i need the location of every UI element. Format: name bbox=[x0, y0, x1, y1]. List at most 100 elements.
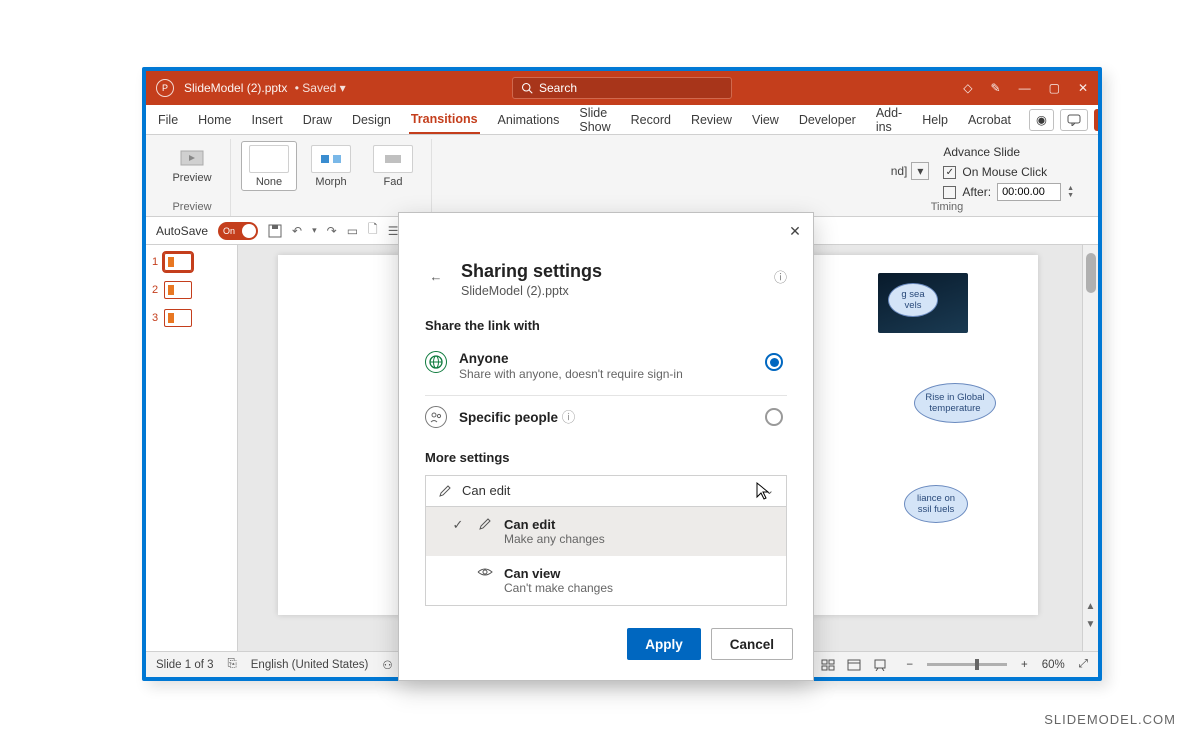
slide-indicator[interactable]: Slide 1 of 3 bbox=[156, 659, 214, 671]
cancel-button[interactable]: Cancel bbox=[711, 628, 793, 660]
scrollbar-thumb[interactable] bbox=[1086, 253, 1096, 293]
checkbox-after[interactable] bbox=[943, 186, 956, 199]
ribbon: Preview Preview None Morph Fad bbox=[146, 135, 1098, 217]
sharing-settings-dialog: ✕ ← Sharing settings SlideModel (2).pptx… bbox=[398, 212, 814, 681]
slide-thumbnails-panel: 1 2 3 bbox=[146, 245, 238, 651]
dropdown-can-view[interactable]: Can view Can't make changes bbox=[426, 556, 786, 605]
slideshow-view-icon[interactable] bbox=[868, 656, 892, 674]
eye-icon bbox=[476, 566, 494, 578]
pencil-icon bbox=[438, 484, 452, 498]
dropdown-can-edit[interactable]: ✓ Can edit Make any changes bbox=[426, 507, 786, 556]
morph-icon bbox=[319, 152, 343, 166]
search-input[interactable]: Search bbox=[512, 77, 732, 99]
zoom-in-icon[interactable]: + bbox=[1021, 659, 1028, 671]
language-indicator[interactable]: English (United States) bbox=[251, 659, 369, 671]
transition-morph[interactable]: Morph bbox=[303, 141, 359, 191]
slide-thumb-2[interactable]: 2 bbox=[152, 281, 231, 299]
permission-current: Can edit bbox=[462, 483, 510, 498]
on-mouse-click-row[interactable]: ✓ On Mouse Click bbox=[943, 165, 1074, 179]
permission-dropdown: ✓ Can edit Make any changes Can view Can… bbox=[425, 507, 787, 606]
permission-selector[interactable]: Can edit ⌄ bbox=[425, 475, 787, 507]
tab-slideshow[interactable]: Slide Show bbox=[577, 100, 612, 140]
slide-thumb-3[interactable]: 3 bbox=[152, 309, 231, 327]
window-close-icon[interactable]: ✕ bbox=[1078, 81, 1088, 95]
tab-acrobat[interactable]: Acrobat bbox=[966, 107, 1013, 133]
preview-button[interactable]: Preview bbox=[164, 141, 220, 191]
preview-icon bbox=[179, 149, 205, 169]
check-icon: ✓ bbox=[450, 517, 466, 533]
tab-addins[interactable]: Add-ins bbox=[874, 100, 904, 140]
comments-button[interactable] bbox=[1060, 109, 1088, 131]
vertical-scrollbar[interactable]: ▲ ▼ bbox=[1082, 245, 1098, 651]
after-time-input[interactable] bbox=[997, 183, 1061, 201]
option-anyone[interactable]: Anyone Share with anyone, doesn't requir… bbox=[425, 343, 787, 396]
search-placeholder: Search bbox=[539, 81, 577, 95]
dialog-subtitle: SlideModel (2).pptx bbox=[461, 284, 602, 298]
tab-help[interactable]: Help bbox=[920, 107, 950, 133]
touch-icon[interactable]: ☰ bbox=[388, 224, 399, 238]
checkbox-on-mouse[interactable]: ✓ bbox=[943, 166, 956, 179]
sound-dropdown[interactable]: ▾ bbox=[911, 162, 929, 180]
mic-icon[interactable]: ✎ bbox=[991, 81, 1001, 95]
back-icon[interactable]: ← bbox=[425, 265, 447, 287]
tab-transitions[interactable]: Transitions bbox=[409, 106, 480, 134]
tab-file[interactable]: File bbox=[156, 107, 180, 133]
ribbon-tabs: File Home Insert Draw Design Transitions… bbox=[146, 105, 1098, 135]
zoom-out-icon[interactable]: − bbox=[906, 659, 913, 671]
radio-anyone[interactable] bbox=[765, 353, 783, 371]
spinner-icon[interactable]: ▲▼ bbox=[1067, 185, 1074, 199]
radio-specific[interactable] bbox=[765, 408, 783, 426]
save-status: • Saved ▾ bbox=[291, 81, 345, 95]
tab-animations[interactable]: Animations bbox=[496, 107, 562, 133]
dialog-close-icon[interactable]: ✕ bbox=[785, 221, 805, 241]
can-view-title: Can view bbox=[504, 566, 613, 581]
window-minimize-icon[interactable]: — bbox=[1019, 81, 1031, 95]
group-label-timing: Timing bbox=[931, 201, 964, 216]
share-link-heading: Share the link with bbox=[425, 318, 787, 333]
reading-view-icon[interactable] bbox=[842, 656, 866, 674]
new-icon[interactable]: 🗋 bbox=[368, 220, 378, 241]
fit-window-icon[interactable]: ⤢ bbox=[1079, 658, 1088, 671]
slide-thumb-1[interactable]: 1 bbox=[152, 253, 231, 271]
autosave-label: AutoSave bbox=[156, 224, 208, 238]
search-icon bbox=[521, 82, 533, 94]
accessibility-icon[interactable]: ⚇ bbox=[382, 658, 392, 672]
fade-icon bbox=[381, 152, 405, 166]
tab-draw[interactable]: Draw bbox=[301, 107, 334, 133]
next-slide-icon[interactable]: ▼ bbox=[1083, 615, 1098, 633]
transition-fade[interactable]: Fad bbox=[365, 141, 421, 191]
tab-developer[interactable]: Developer bbox=[797, 107, 858, 133]
can-edit-title: Can edit bbox=[504, 517, 605, 532]
anyone-desc: Share with anyone, doesn't require sign-… bbox=[459, 367, 683, 381]
share-button[interactable]: ▾ bbox=[1094, 109, 1102, 131]
tab-review[interactable]: Review bbox=[689, 107, 734, 133]
diamond-icon[interactable]: ◇ bbox=[963, 81, 972, 95]
option-specific-people[interactable]: Specific people ⓘ bbox=[425, 398, 787, 436]
zoom-level[interactable]: 60% bbox=[1042, 659, 1065, 671]
advance-slide-title: Advance Slide bbox=[943, 145, 1074, 159]
undo-icon[interactable]: ↶ bbox=[292, 224, 302, 238]
apply-button[interactable]: Apply bbox=[627, 628, 701, 660]
prev-slide-icon[interactable]: ▲ bbox=[1083, 597, 1098, 615]
save-icon[interactable] bbox=[268, 224, 282, 238]
after-row[interactable]: After: ▲▼ bbox=[943, 183, 1074, 201]
tab-insert[interactable]: Insert bbox=[250, 107, 285, 133]
tab-design[interactable]: Design bbox=[350, 107, 393, 133]
info-icon[interactable]: ⓘ bbox=[774, 267, 787, 286]
transition-none[interactable]: None bbox=[241, 141, 297, 191]
language-icon[interactable]: ⎘ bbox=[228, 658, 237, 671]
tab-home[interactable]: Home bbox=[196, 107, 233, 133]
record-button[interactable]: ◉ bbox=[1029, 109, 1054, 131]
sound-label-partial: nd] bbox=[891, 164, 908, 178]
window-maximize-icon[interactable]: ▢ bbox=[1049, 81, 1060, 95]
autosave-toggle[interactable]: On bbox=[218, 222, 258, 240]
bubble-temp: Rise in Global temperature bbox=[914, 383, 996, 423]
zoom-slider[interactable] bbox=[927, 663, 1007, 666]
bubble-fossil: liance on ssil fuels bbox=[904, 485, 968, 523]
bubble-sea: g sea vels bbox=[888, 283, 938, 317]
tab-view[interactable]: View bbox=[750, 107, 781, 133]
tab-record[interactable]: Record bbox=[629, 107, 673, 133]
redo-icon[interactable]: ↷ bbox=[327, 224, 337, 238]
folder-icon[interactable]: ▭ bbox=[347, 224, 358, 238]
sorter-view-icon[interactable] bbox=[816, 656, 840, 674]
